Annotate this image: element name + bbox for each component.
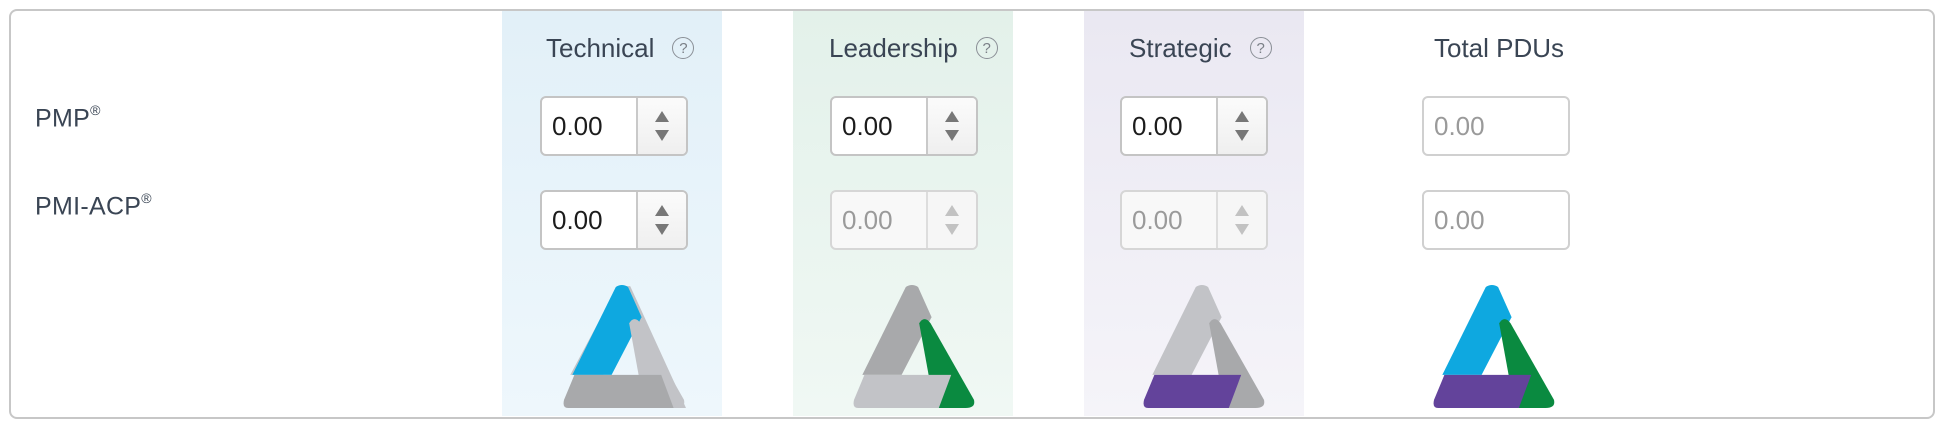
talent-triangle-technical-logo [563,285,686,408]
pmp-strategic-stepper[interactable]: 0.00 [1120,96,1268,156]
strategic-help-icon[interactable]: ? [1249,37,1272,59]
total-pdus-header: Total PDUs [1434,30,1564,66]
triangle-down-icon[interactable] [655,130,669,141]
pmp-technical-spin-buttons [636,98,686,154]
pmp-leadership-spin-buttons [926,98,976,154]
pmp-leadership-stepper[interactable]: 0.00 [830,96,978,156]
triangle-down-icon [1235,224,1249,235]
acp-leadership-input: 0.00 [842,204,893,235]
pmp-leadership-input[interactable]: 0.00 [832,98,926,154]
pmp-row-label: PMP® [35,102,101,133]
triangle-up-icon [945,205,959,216]
acp-technical-stepper[interactable]: 0.00 [540,190,688,250]
triangle-down-icon [945,224,959,235]
pmi-acp-registered-mark: ® [141,190,152,206]
leadership-header: Leadership ? [829,30,998,66]
triangle-up-icon[interactable] [655,111,669,122]
talent-triangle-total-logo [1433,285,1555,408]
triangle-down-icon[interactable] [655,224,669,235]
pmp-total-pdus-field: 0.00 [1422,96,1570,156]
technical-header-label: Technical [546,32,655,63]
strategic-header-label: Strategic [1129,32,1232,63]
pmp-strategic-spin-buttons [1216,98,1266,154]
pmp-strategic-input[interactable]: 0.00 [1122,98,1216,154]
leadership-help-icon[interactable]: ? [975,37,998,59]
acp-technical-input[interactable]: 0.00 [542,192,636,248]
acp-strategic-stepper: 0.00 [1120,190,1268,250]
triangle-down-icon[interactable] [945,130,959,141]
pmp-technical-input[interactable]: 0.00 [542,98,636,154]
pmp-label-text: PMP [35,104,91,133]
acp-technical-spin-buttons [636,192,686,248]
pmi-acp-label-text: PMI-ACP [35,192,142,221]
talent-triangle-leadership-logo [853,285,975,408]
triangle-up-icon[interactable] [655,205,669,216]
triangle-up-icon[interactable] [945,111,959,122]
pmi-acp-row-label: PMI-ACP® [35,190,152,221]
triangle-up-icon [1235,205,1249,216]
pmp-registered-mark: ® [90,102,101,118]
triangle-up-icon[interactable] [1235,111,1249,122]
acp-leadership-stepper: 0.00 [830,190,978,250]
pmp-technical-stepper[interactable]: 0.00 [540,96,688,156]
triangle-down-icon[interactable] [1235,130,1249,141]
strategic-header: Strategic ? [1129,30,1272,66]
acp-strategic-spin-buttons [1216,192,1266,248]
acp-strategic-input: 0.00 [1132,204,1183,235]
talent-triangle-strategic-logo [1143,285,1265,408]
total-pdus-header-label: Total PDUs [1434,32,1565,63]
technical-help-icon[interactable]: ? [672,37,695,59]
acp-leadership-spin-buttons [926,192,976,248]
technical-header: Technical ? [546,30,695,66]
acp-total-pdus-field: 0.00 [1422,190,1570,250]
leadership-header-label: Leadership [829,32,958,63]
